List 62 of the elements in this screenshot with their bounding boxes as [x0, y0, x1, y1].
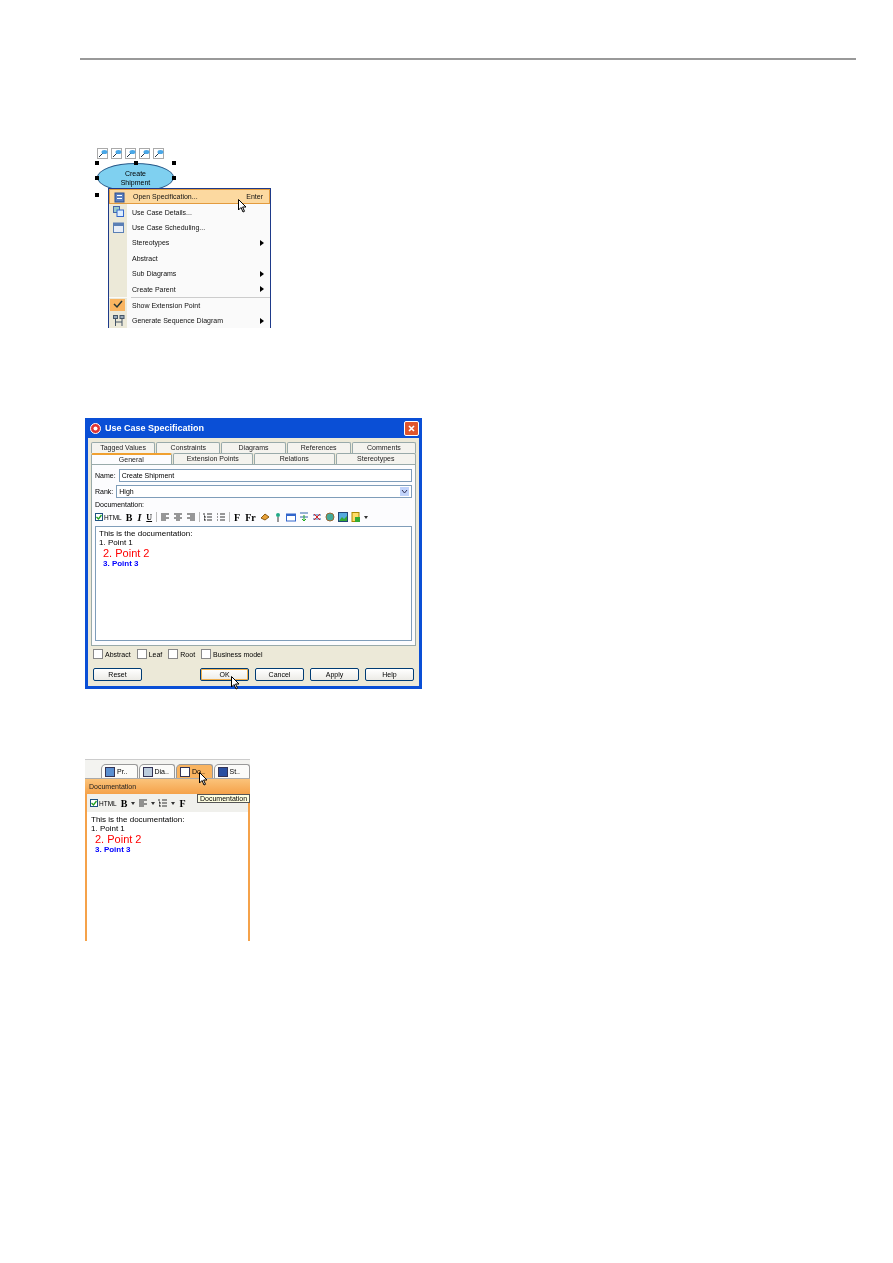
html-checkbox[interactable]	[90, 799, 98, 807]
checkbox[interactable]	[201, 649, 212, 659]
sequence-diagram-icon	[113, 315, 125, 327]
cursor-icon	[238, 199, 247, 213]
table-icon[interactable]	[285, 512, 296, 522]
documentation-line: 3. Point 3	[102, 559, 139, 568]
checkbox[interactable]	[136, 649, 147, 659]
documentation-line: 2. Point 2	[102, 547, 150, 559]
font-button[interactable]: Fr	[244, 511, 257, 523]
checkbox[interactable]	[168, 649, 179, 659]
bullet-list-icon[interactable]	[216, 512, 227, 522]
dropdown-arrow-icon[interactable]	[400, 487, 409, 496]
format-button[interactable]: B	[124, 511, 134, 523]
align-right-icon[interactable]	[186, 512, 197, 522]
submenu-arrow-icon	[260, 270, 264, 277]
align-center-icon[interactable]	[173, 512, 184, 522]
format-button[interactable]: I	[136, 511, 143, 523]
caret-icon[interactable]	[363, 515, 368, 519]
submenu-arrow-icon	[260, 286, 264, 293]
connector-icon[interactable]	[111, 148, 122, 159]
cursor-icon	[199, 772, 208, 786]
documentation-line: 2. Point 2	[94, 833, 142, 845]
numbered-list-icon[interactable]	[158, 798, 169, 808]
submenu-arrow-icon	[260, 239, 264, 246]
documentation-line: 1. Point 1	[99, 538, 133, 547]
submenu-arrow-icon	[260, 317, 264, 324]
documentation-line: 1. Point 1	[91, 824, 125, 833]
tab-icon	[180, 766, 190, 777]
windows-icon	[113, 206, 124, 218]
documentation-line: This is the documentation:	[99, 529, 193, 538]
font-button[interactable]: F	[233, 511, 242, 523]
numbered-list-icon[interactable]	[203, 512, 214, 522]
align-left-icon[interactable]	[160, 512, 171, 522]
cursor-icon	[231, 676, 240, 690]
image-icon[interactable]	[337, 512, 348, 522]
close-icon	[408, 424, 415, 432]
checkbox[interactable]	[93, 649, 103, 659]
delete-row-icon[interactable]	[311, 512, 322, 522]
format-button[interactable]: U	[145, 512, 154, 522]
format-button[interactable]: B	[119, 797, 129, 809]
close-button[interactable]	[404, 420, 419, 436]
connector-icon[interactable]	[125, 148, 136, 159]
tab-icon	[105, 766, 115, 777]
app-icon	[90, 422, 101, 434]
connector-icon[interactable]	[97, 148, 108, 159]
document-icon	[114, 192, 125, 203]
caret-icon[interactable]	[151, 801, 156, 805]
connector-icon[interactable]	[153, 148, 164, 159]
documentation-line: 3. Point 3	[94, 845, 131, 854]
tab-icon	[217, 766, 228, 777]
calendar-icon	[113, 221, 124, 233]
window-title: Use Case Specification	[105, 423, 206, 433]
insert-row-icon[interactable]	[298, 512, 309, 522]
tab-icon	[142, 766, 153, 777]
font-button[interactable]: F	[178, 797, 187, 809]
documentation-editor[interactable]: This is the documentation: 1. Point 1 2. Point 2 3. Point 3	[95, 526, 412, 641]
caret-icon[interactable]	[171, 801, 176, 805]
documentation-line: This is the documentation:	[91, 815, 185, 824]
html-checkbox[interactable]	[95, 513, 103, 521]
caret-icon[interactable]	[131, 801, 136, 805]
connector-icon[interactable]	[139, 148, 150, 159]
documentation-editor[interactable]: This is the documentation: 1. Point 1 2. Point 2 3. Point 3	[87, 812, 248, 941]
